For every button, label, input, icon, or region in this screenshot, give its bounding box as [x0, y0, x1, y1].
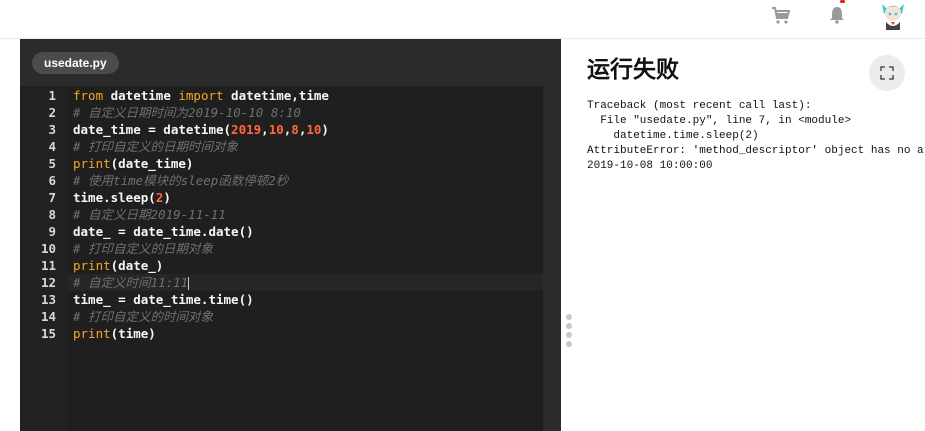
code-line: print(date_) [73, 257, 163, 274]
code-line: time_ = date_time.time() [73, 292, 254, 307]
traceback-output: Traceback (most recent call last): File … [587, 100, 925, 172]
code-line: date_time = datetime(2019,10,8,10) [73, 121, 329, 138]
comment-line: # 自定义日期2019-11-11 [73, 207, 226, 222]
builtin-function: print [73, 258, 111, 273]
expand-button[interactable] [869, 55, 905, 91]
builtin-function: print [73, 156, 111, 171]
comment-text: # 自定义时间11:11 [73, 275, 189, 290]
line-number: 14 [40, 309, 56, 324]
code-token: datetime,time [223, 88, 329, 103]
notification-dot [840, 0, 845, 3]
code-text-area[interactable]: from datetime import datetime,time # 自定义… [68, 86, 543, 431]
expand-icon [880, 66, 894, 80]
builtin-function: print [73, 326, 111, 341]
number-literal: 10 [268, 122, 284, 137]
run-status-title: 运行失败 [587, 57, 679, 83]
code-line: print(time) [73, 325, 156, 342]
code-token: date_time = datetime( [73, 122, 232, 137]
code-line: date_ = date_time.date() [73, 224, 254, 239]
line-number: 4 [48, 139, 56, 154]
comment-line: # 打印自定义的日期对象 [73, 241, 214, 256]
line-number: 15 [40, 326, 56, 341]
code-token: (date_time) [110, 156, 194, 171]
number-literal: 8 [291, 122, 299, 137]
line-number: 13 [40, 292, 56, 307]
file-tab-bar: usedate.py [20, 39, 561, 86]
avatar[interactable] [876, 0, 910, 30]
code-token: (time) [110, 326, 156, 341]
number-literal: 10 [306, 122, 322, 137]
output-panel: 运行失败 Traceback (most recent call last): … [578, 39, 925, 431]
code-line: print(date_time) [73, 155, 193, 172]
number-literal: 2019 [231, 122, 262, 137]
line-number: 12 [40, 275, 56, 290]
line-number: 10 [40, 241, 56, 256]
file-tab-usedate[interactable]: usedate.py [32, 52, 119, 74]
top-header [0, 0, 925, 39]
bell-icon[interactable] [826, 4, 848, 26]
code-token: datetime [103, 88, 179, 103]
panel-resize-handle[interactable] [566, 314, 572, 354]
line-number: 3 [48, 122, 56, 137]
code-line: time.sleep(2) [73, 189, 171, 206]
code-editor-panel: usedate.py 1 2 3 4 5 6 7 8 9 10 11 12 13… [20, 39, 561, 431]
code-token: , [261, 122, 269, 137]
line-number: 5 [48, 156, 56, 171]
code-line-active: # 自定义时间11:11 [73, 274, 190, 291]
line-number: 2 [48, 105, 56, 120]
line-number: 9 [48, 224, 56, 239]
keyword: import [178, 88, 224, 103]
keyword: from [73, 88, 104, 103]
line-number: 7 [48, 190, 56, 205]
comment-line: # 自定义日期时间为2019-10-10 8:10 [73, 105, 301, 120]
line-number: 11 [40, 258, 56, 273]
comment-line: # 使用time模块的sleep函数停顿2秒 [73, 173, 289, 188]
code-token: time.sleep( [73, 190, 156, 205]
code-token: (date_) [110, 258, 164, 273]
code-token: ) [163, 190, 171, 205]
comment-line: # 打印自定义的日期时间对象 [73, 139, 239, 154]
code-token: ) [321, 122, 329, 137]
cart-icon[interactable] [770, 4, 792, 26]
text-cursor [188, 277, 190, 290]
comment-line: # 打印自定义的时间对象 [73, 309, 214, 324]
line-number: 6 [48, 173, 56, 188]
line-number: 8 [48, 207, 56, 222]
line-number: 1 [48, 88, 56, 103]
code-line: from datetime import datetime,time [73, 87, 329, 104]
line-number-gutter: 1 2 3 4 5 6 7 8 9 10 11 12 13 14 15 [20, 86, 68, 431]
editor-scrollbar[interactable] [543, 86, 561, 431]
